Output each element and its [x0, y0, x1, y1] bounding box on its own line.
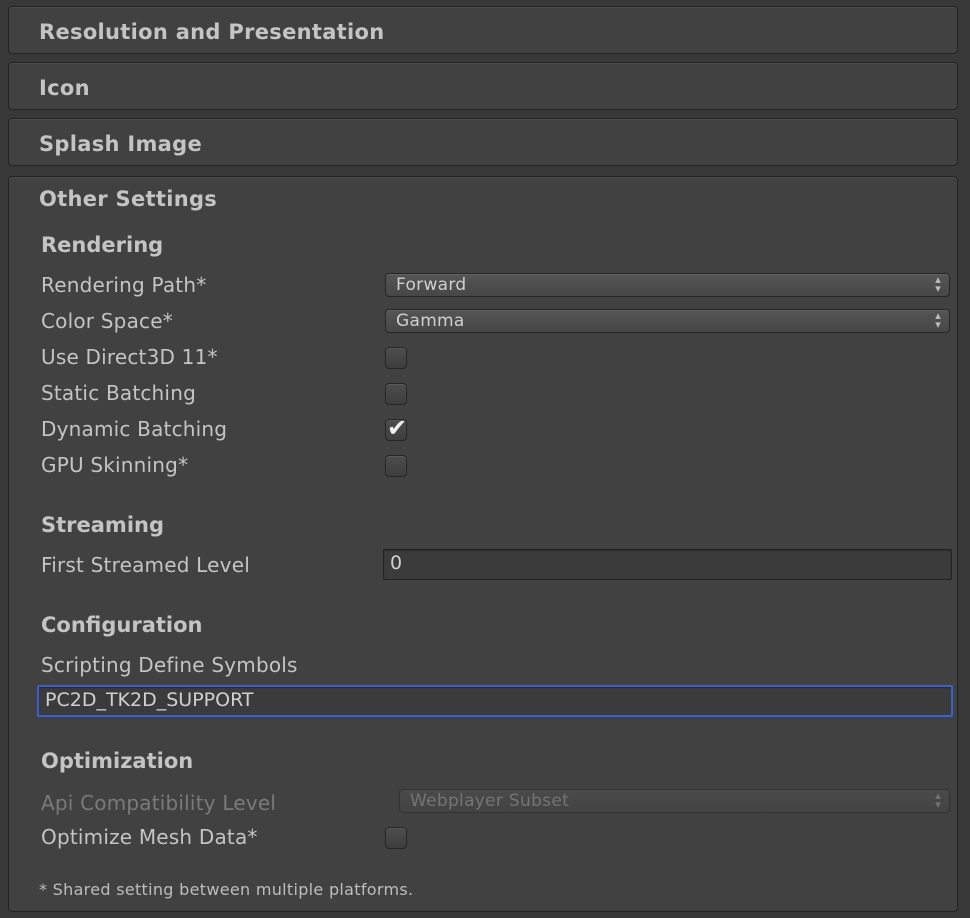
configuration-heading: Configuration [41, 613, 203, 637]
section-splash-image[interactable]: Splash Image [8, 118, 958, 166]
dropdown-value: Gamma [396, 311, 465, 331]
rendering-path-label: Rendering Path* [41, 273, 207, 297]
optimization-heading: Optimization [41, 749, 194, 773]
optimize-mesh-data-label: Optimize Mesh Data* [41, 825, 258, 849]
optimize-mesh-data-checkbox[interactable] [385, 827, 407, 849]
section-icon[interactable]: Icon [8, 62, 958, 110]
api-compatibility-level-dropdown: Webplayer Subset ▴ ▾ [399, 789, 950, 813]
section-other-settings: Other Settings Rendering Rendering Path*… [8, 176, 958, 912]
section-title[interactable]: Other Settings [39, 187, 217, 211]
use-direct3d-11-label: Use Direct3D 11* [41, 345, 218, 369]
rendering-heading: Rendering [41, 233, 164, 257]
static-batching-label: Static Batching [41, 381, 196, 405]
section-title: Resolution and Presentation [39, 20, 385, 44]
dropdown-arrows-icon: ▴ ▾ [935, 789, 941, 811]
first-streamed-level-label: First Streamed Level [41, 553, 250, 577]
checkmark-icon: ✔ [387, 414, 408, 442]
field-value: PC2D_TK2D_SUPPORT [45, 689, 254, 711]
first-streamed-level-field[interactable]: 0 [383, 549, 952, 580]
player-settings-inspector: Resolution and Presentation Icon Splash … [0, 0, 970, 918]
dropdown-value: Forward [396, 275, 467, 295]
gpu-skinning-label: GPU Skinning* [41, 453, 189, 477]
section-resolution-and-presentation[interactable]: Resolution and Presentation [8, 6, 958, 54]
field-value: 0 [390, 552, 403, 574]
scripting-define-symbols-field[interactable]: PC2D_TK2D_SUPPORT [37, 685, 953, 717]
use-direct3d-11-checkbox[interactable] [385, 347, 407, 369]
color-space-label: Color Space* [41, 309, 173, 333]
dropdown-arrows-icon: ▴ ▾ [935, 273, 941, 295]
dynamic-batching-checkbox[interactable]: ✔ [385, 414, 407, 442]
dropdown-value: Webplayer Subset [410, 791, 570, 811]
static-batching-checkbox[interactable] [385, 383, 407, 405]
section-title: Splash Image [39, 132, 203, 156]
gpu-skinning-checkbox[interactable] [385, 455, 407, 477]
dropdown-arrows-icon: ▴ ▾ [935, 309, 941, 331]
color-space-dropdown[interactable]: Gamma ▴ ▾ [385, 309, 950, 333]
shared-setting-footnote: * Shared setting between multiple platfo… [39, 880, 414, 899]
section-title: Icon [39, 76, 90, 100]
dynamic-batching-label: Dynamic Batching [41, 417, 228, 441]
rendering-path-dropdown[interactable]: Forward ▴ ▾ [385, 273, 950, 297]
streaming-heading: Streaming [41, 513, 164, 537]
api-compatibility-level-label: Api Compatibility Level [41, 791, 277, 815]
scripting-define-symbols-label: Scripting Define Symbols [41, 653, 298, 677]
